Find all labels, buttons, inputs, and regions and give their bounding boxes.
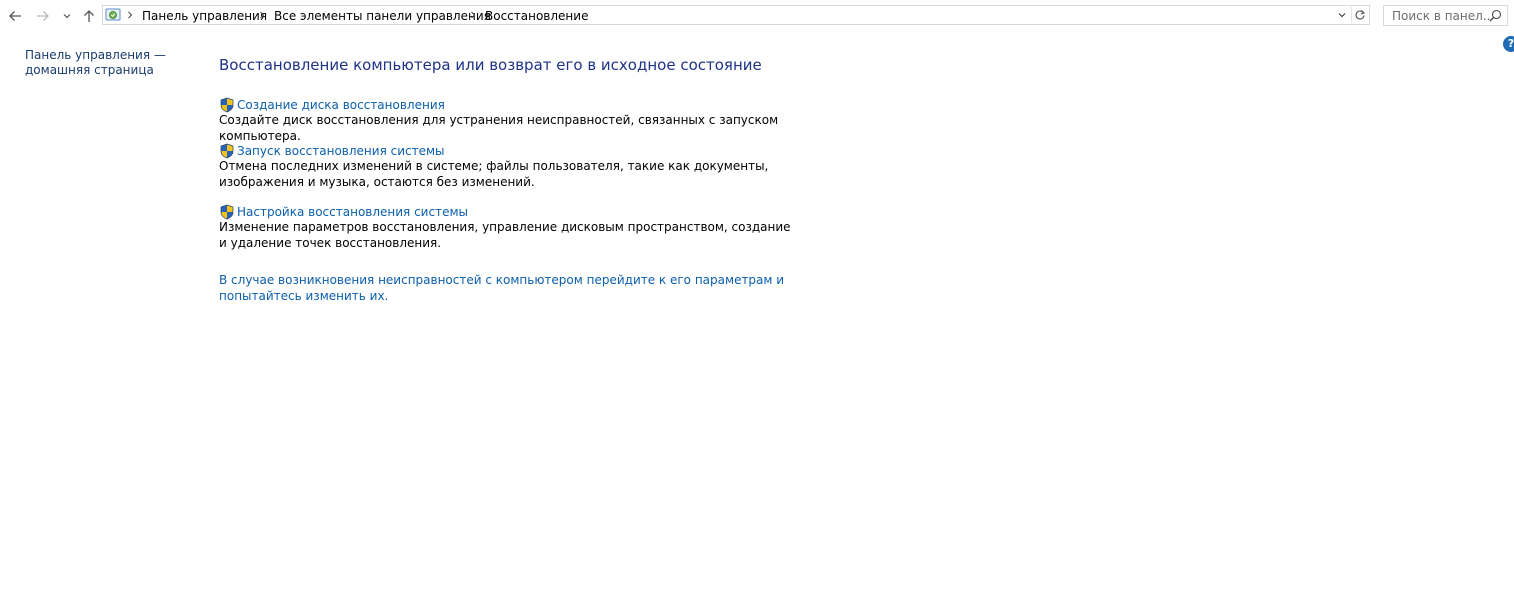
address-history-dropdown[interactable] bbox=[1335, 7, 1349, 23]
configure-system-restore-link[interactable]: Настройка восстановления системы bbox=[219, 204, 799, 220]
task-link-label[interactable]: Создание диска восстановления bbox=[237, 97, 445, 113]
breadcrumb-separator-icon[interactable] bbox=[468, 7, 478, 23]
uac-shield-icon bbox=[220, 204, 234, 220]
task-description: Создайте диск восстановления для устране… bbox=[219, 113, 779, 143]
breadcrumb-separator-icon[interactable] bbox=[257, 7, 267, 23]
recent-locations-button[interactable] bbox=[58, 6, 76, 26]
breadcrumb-all-items[interactable]: Все элементы панели управления bbox=[274, 8, 491, 24]
search-box[interactable] bbox=[1383, 5, 1508, 26]
navigation-bar: Панель управления Все элементы панели уп… bbox=[0, 0, 1514, 32]
main-content: Восстановление компьютера или возврат ег… bbox=[219, 54, 819, 303]
task-start-system-restore: Запуск восстановления системы Отмена пос… bbox=[219, 143, 799, 190]
breadcrumb-separator-icon[interactable] bbox=[125, 7, 135, 23]
refresh-icon bbox=[1355, 10, 1366, 20]
page-title: Восстановление компьютера или возврат ег… bbox=[219, 56, 762, 74]
task-link-label[interactable]: Запуск восстановления системы bbox=[237, 143, 445, 159]
search-icon[interactable] bbox=[1489, 9, 1502, 22]
uac-shield-icon bbox=[220, 143, 234, 159]
arrow-left-icon bbox=[9, 11, 21, 21]
task-description: Изменение параметров восстановления, упр… bbox=[219, 220, 791, 250]
task-create-recovery-drive: Создание диска восстановления Создайте д… bbox=[219, 97, 799, 144]
refresh-button[interactable] bbox=[1351, 7, 1368, 23]
up-button[interactable] bbox=[79, 6, 99, 26]
address-bar[interactable]: Панель управления Все элементы панели уп… bbox=[102, 5, 1370, 25]
chevron-down-icon bbox=[1338, 13, 1346, 18]
help-icon[interactable]: ? bbox=[1503, 36, 1514, 52]
arrow-right-icon bbox=[37, 11, 49, 21]
control-panel-home-link[interactable]: Панель управления — домашняя страница bbox=[25, 48, 185, 78]
create-recovery-drive-link[interactable]: Создание диска восстановления bbox=[219, 97, 799, 113]
uac-shield-icon bbox=[220, 97, 234, 113]
control-panel-icon bbox=[105, 8, 121, 21]
start-system-restore-link[interactable]: Запуск восстановления системы bbox=[219, 143, 799, 159]
task-description: Отмена последних изменений в системе; фа… bbox=[219, 159, 769, 189]
sidebar: Панель управления — домашняя страница bbox=[25, 48, 185, 78]
search-input[interactable] bbox=[1384, 6, 1492, 25]
breadcrumb-control-panel[interactable]: Панель управления bbox=[142, 8, 267, 24]
arrow-up-icon bbox=[84, 10, 94, 22]
back-button[interactable] bbox=[5, 6, 25, 26]
chevron-down-icon bbox=[63, 14, 71, 19]
task-link-label[interactable]: Настройка восстановления системы bbox=[237, 204, 468, 220]
task-configure-system-restore: Настройка восстановления системы Изменен… bbox=[219, 204, 799, 251]
breadcrumb-recovery[interactable]: Восстановление bbox=[485, 8, 588, 24]
forward-button[interactable] bbox=[33, 6, 53, 26]
pc-settings-reset-link[interactable]: В случае возникновения неисправностей с … bbox=[219, 273, 799, 304]
